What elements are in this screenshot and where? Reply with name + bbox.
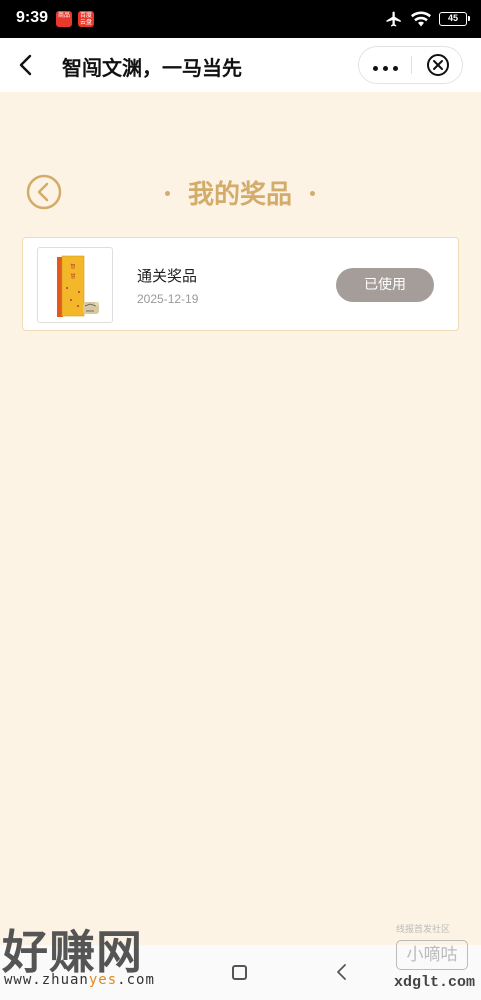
prize-date: 2025-12-19 (137, 292, 199, 306)
nav-back-icon[interactable] (334, 962, 350, 982)
watermark-right: 线报首发社区 小嘀咕 xdglt.com (392, 922, 481, 998)
circle-back-button[interactable] (26, 174, 62, 210)
section-heading: 我的奖品 (100, 174, 380, 211)
more-icon (370, 56, 400, 75)
app-notification-icon: 百度 云盘 (78, 11, 94, 27)
prize-image: 智 慧 (37, 247, 113, 323)
status-icons: 45 (385, 9, 470, 29)
close-circle-icon (426, 54, 449, 76)
home-square-icon[interactable] (232, 965, 247, 980)
svg-text:智: 智 (70, 263, 75, 270)
heading-dot (164, 191, 170, 196)
watermark-url-part: www.zhuan (4, 972, 89, 988)
miniprogram-capsule (358, 46, 463, 84)
battery-icon: 45 (439, 12, 470, 26)
heading-dot (310, 191, 315, 196)
watermark-url: www.zhuanyes.com (4, 972, 155, 988)
status-bar: 9:39 商品 百度 云盘 45 (0, 0, 481, 38)
watermark-domain: xdglt.com (394, 974, 476, 991)
circle-chevron-left-icon (26, 174, 62, 210)
watermark-url-highlight: yes (88, 972, 118, 988)
back-button[interactable] (10, 50, 40, 80)
book-box-image: 智 慧 (57, 255, 99, 317)
prize-card[interactable]: 智 慧 通关奖品 2025-12-19 已使用 (22, 237, 459, 331)
section-heading-text: 我的奖品 (187, 180, 292, 210)
close-button[interactable] (412, 47, 463, 83)
used-status-button[interactable]: 已使用 (336, 268, 434, 302)
watermark-brand-box: 小嘀咕 (396, 940, 468, 970)
chevron-left-icon (19, 54, 32, 76)
prize-name: 通关奖品 (137, 267, 198, 285)
page-title: 智闯文渊，一马当先 (62, 56, 242, 80)
app-notification-icon: 商品 (56, 11, 72, 27)
watermark-tagline: 线报首发社区 (396, 925, 451, 935)
title-bar: 智闯文渊，一马当先 (0, 38, 481, 92)
more-button[interactable] (359, 47, 411, 83)
wifi-icon (411, 11, 431, 27)
watermark-left: 好赚网 www.zhuanyes.com (0, 916, 200, 1000)
svg-text:慧: 慧 (70, 273, 75, 280)
status-time: 9:39 (16, 9, 49, 26)
airplane-mode-icon (386, 11, 401, 27)
watermark-url-part: .com (117, 972, 155, 988)
